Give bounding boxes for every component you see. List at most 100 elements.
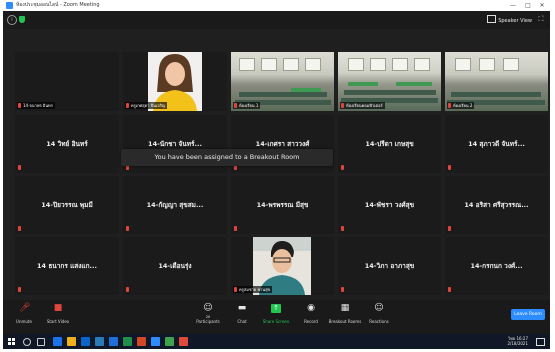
video-tile[interactable]: 14 อริสา ศรีสุวรรณ... <box>445 176 548 234</box>
close-button[interactable]: ✕ <box>535 0 549 11</box>
minimize-button[interactable]: — <box>506 0 520 11</box>
video-tile[interactable]: 14 วิทย์ อินทร์ <box>15 115 119 173</box>
record-icon: ◉ <box>307 303 315 313</box>
participant-name: 14-กัญญา สุขสม... <box>146 201 204 209</box>
participants-button[interactable]: ☺20 Participants <box>191 303 225 325</box>
participant-name: 14-ปิยวรรณ พุมมี <box>41 201 93 209</box>
reactions-label: Reactions <box>369 319 389 324</box>
video-tile[interactable]: 14-ปรีดา เกษสุข <box>338 115 441 173</box>
video-tile[interactable]: 14 สุภาวดี จันทร์... <box>445 115 548 173</box>
participant-label: ห้องเรียนคอมพิวเตอร์ <box>340 102 385 109</box>
reactions-button[interactable]: ☺ Reactions <box>362 304 396 325</box>
share-screen-button[interactable]: ↑ Share Screen <box>259 304 293 324</box>
muted-mic-icon <box>448 287 451 292</box>
maximize-button[interactable]: □ <box>521 0 535 11</box>
start-video-button[interactable]: ■ Start Video <box>41 304 75 325</box>
chrome-icon[interactable] <box>179 337 188 346</box>
video-tile[interactable]: 14-กัญญา สุขสม... <box>123 176 227 234</box>
video-tile[interactable]: 14-กรกนก วงศ์... <box>445 237 548 295</box>
encryption-shield-icon[interactable] <box>19 16 25 23</box>
muted-mic-icon <box>18 226 21 231</box>
video-tile[interactable]: ครูสมชาย พานสุข <box>231 237 334 295</box>
mail-icon[interactable] <box>95 337 104 346</box>
muted-mic-icon <box>234 103 237 108</box>
clock-date: 2/18/2021 <box>507 341 528 346</box>
view-switch-label: Speaker View <box>498 18 532 24</box>
breakout-rooms-label: Breakout Rooms <box>328 319 362 324</box>
video-tile[interactable]: 14-จนาพร อินทร <box>15 52 119 111</box>
unmute-label: Unmute <box>16 319 32 324</box>
video-tile[interactable]: ห้องเรียน 1 <box>231 52 334 111</box>
muted-mic-icon <box>18 165 21 170</box>
chat-button[interactable]: ▬ Chat <box>225 303 259 325</box>
participant-name: ครูสมชาย พานสุข <box>239 287 271 292</box>
windows-taskbar: ไทย 16:27 2/18/2021 <box>3 334 550 349</box>
record-button[interactable]: ◉ Record <box>294 303 328 325</box>
breakout-rooms-icon: ▦ <box>340 303 350 313</box>
chat-icon: ▬ <box>237 303 247 313</box>
search-icon[interactable] <box>23 338 31 346</box>
edge-browser-icon[interactable] <box>53 337 62 346</box>
video-tile[interactable]: 14-เดือนรุ่ง <box>123 237 227 295</box>
meeting-info-icon[interactable]: i <box>7 15 17 25</box>
store-icon[interactable] <box>81 337 90 346</box>
video-tile[interactable]: 14 ธนากร แสงแก... <box>15 237 119 295</box>
muted-mic-icon <box>126 287 129 292</box>
system-tray[interactable]: ไทย 16:27 2/18/2021 <box>507 336 528 346</box>
muted-mic-icon <box>341 165 344 170</box>
muted-mic-icon <box>448 165 451 170</box>
powerpoint-icon[interactable] <box>137 337 146 346</box>
meeting-topbar: i Speaker View ⛶ <box>3 11 550 29</box>
participant-name: ครูเกศสุดา ปิ่นเจริญ <box>131 103 166 108</box>
view-switch-button[interactable]: Speaker View <box>487 15 532 24</box>
breakout-notification: You have been assigned to a Breakout Roo… <box>121 149 333 166</box>
notification-icon[interactable] <box>536 338 545 346</box>
windows-start-icon[interactable] <box>8 338 15 345</box>
muted-mic-icon <box>18 103 21 108</box>
video-tile[interactable]: 14-ปิยวรรณ พุมมี <box>15 176 119 234</box>
leave-room-button[interactable]: Leave Room <box>511 309 545 320</box>
participant-label: 14-จนาพร อินทร <box>17 102 55 109</box>
line-app-icon[interactable] <box>165 337 174 346</box>
file-explorer-icon[interactable] <box>67 337 76 346</box>
participant-name: 14-นักชา จันทร์... <box>148 140 202 148</box>
participant-name: 14 อริสา ศรีสุวรรณ... <box>464 201 529 209</box>
excel-icon[interactable] <box>123 337 132 346</box>
participant-name: 14-เดือนรุ่ง <box>158 262 192 270</box>
participant-name: ห้องเรียน 2 <box>453 103 473 108</box>
video-tile[interactable]: ครูเกศสุดา ปิ่นเจริญ <box>123 52 227 111</box>
muted-mic-icon <box>126 103 129 108</box>
zoom-window: ห้องประชุมออนไลน์ - Zoom Meeting — □ ✕ i… <box>3 0 550 349</box>
participants-label: Participants <box>196 319 220 324</box>
participant-name: 14 ธนากร แสงแก... <box>37 262 97 270</box>
zoom-taskbar-icon[interactable] <box>151 337 160 346</box>
participant-name: 14 วิทย์ อินทร์ <box>46 140 88 148</box>
window-titlebar: ห้องประชุมออนไลน์ - Zoom Meeting — □ ✕ <box>3 0 550 11</box>
participant-name: 14-ปรีดา เกษสุข <box>365 140 414 148</box>
unmute-button[interactable]: 🎤︎ Unmute <box>7 303 41 325</box>
muted-mic-icon: 🎤︎ <box>19 303 31 313</box>
participant-name: 14-พัชรา วงศ์สุข <box>364 201 415 209</box>
fullscreen-icon[interactable]: ⛶ <box>537 15 545 23</box>
window-title: ห้องประชุมออนไลน์ - Zoom Meeting <box>16 2 100 8</box>
participants-icon: ☺20 <box>203 303 213 320</box>
video-tile[interactable]: 14-พัชรา วงศ์สุข <box>338 176 441 234</box>
video-tile-active-speaker[interactable]: ห้องเรียนคอมพิวเตอร์ <box>338 52 441 111</box>
share-screen-label: Share Screen <box>262 319 290 324</box>
video-tile[interactable]: 14-วิภา อาภาสุข <box>338 237 441 295</box>
video-tile[interactable]: 14-พรพรรณ มีสุข <box>231 176 334 234</box>
video-tile[interactable]: ห้องเรียน 2 <box>445 52 548 111</box>
participant-label: ครูสมชาย พานสุข <box>233 286 273 293</box>
share-screen-icon: ↑ <box>271 304 281 313</box>
record-label: Record <box>304 319 318 324</box>
participant-name: 14-เกศรา สาววงศ์ <box>255 140 310 148</box>
task-view-icon[interactable] <box>37 338 45 346</box>
muted-mic-icon <box>448 226 451 231</box>
muted-mic-icon <box>234 287 237 292</box>
muted-mic-icon <box>448 103 451 108</box>
participant-name: ห้องเรียนคอมพิวเตอร์ <box>346 103 383 108</box>
muted-mic-icon <box>234 226 237 231</box>
muted-mic-icon <box>341 226 344 231</box>
word-icon[interactable] <box>109 337 118 346</box>
breakout-rooms-button[interactable]: ▦ Breakout Rooms <box>328 303 362 325</box>
